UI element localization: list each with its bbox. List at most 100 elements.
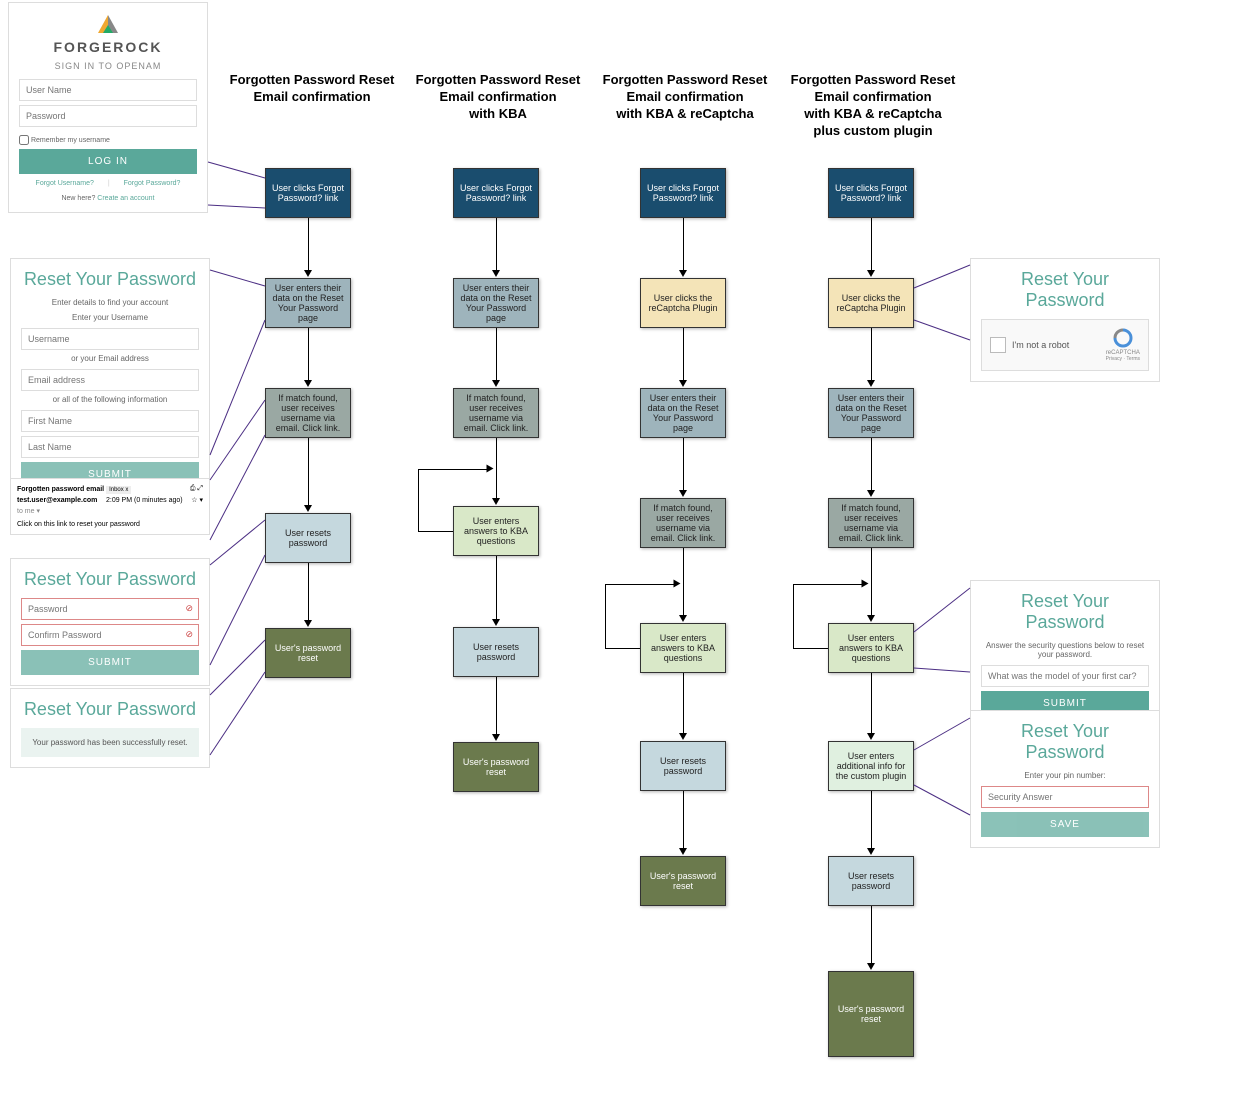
step-reset-pw: User resets password	[640, 741, 726, 791]
arrow	[496, 438, 497, 501]
arrow-head	[867, 848, 875, 855]
panel-title: Reset Your Password	[981, 721, 1149, 763]
arrow	[683, 218, 684, 273]
email-panel: Forgotten password email Inbox x ⎙ ⤢ tes…	[10, 478, 210, 535]
panel-title: Reset Your Password	[981, 269, 1149, 311]
create-account-link[interactable]: Create an account	[97, 195, 154, 202]
reset-panel-find: Reset Your Password Enter details to fin…	[10, 258, 210, 498]
lastname-input[interactable]	[21, 436, 199, 458]
step-match-found: If match found, user receives username v…	[640, 498, 726, 548]
email-actions[interactable]: ⎙ ⤢	[190, 485, 203, 493]
step-match-found: If match found, user receives username v…	[453, 388, 539, 438]
step-recaptcha: User clicks the reCaptcha Plugin	[828, 278, 914, 328]
arrow	[683, 548, 684, 618]
forgot-password-link[interactable]: Forgot Password?	[124, 180, 181, 187]
arrow	[683, 673, 684, 736]
recaptcha-widget[interactable]: I'm not a robot reCAPTCHA Privacy · Term…	[981, 319, 1149, 371]
arrow-head	[674, 580, 681, 588]
arrow	[496, 677, 497, 737]
arrow	[496, 556, 497, 622]
password-input[interactable]	[19, 105, 197, 127]
arrow-head	[304, 270, 312, 277]
step-enter-data: User enters their data on the Reset Your…	[265, 278, 351, 328]
email-subject: Forgotten password email	[17, 486, 104, 493]
arrow	[871, 438, 872, 493]
col-header-3: Forgotten Password ResetEmail confirmati…	[595, 72, 775, 123]
loop	[793, 584, 865, 585]
arrow	[871, 328, 872, 383]
arrow-head	[867, 615, 875, 622]
arrow-head	[679, 848, 687, 855]
loop	[418, 469, 419, 531]
reset-panel-newpw: Reset Your Password ⊘ ⊘ SUBMIT	[10, 558, 210, 686]
step-recaptcha: User clicks the reCaptcha Plugin	[640, 278, 726, 328]
username-input[interactable]	[19, 79, 197, 101]
arrow	[683, 328, 684, 383]
forgot-username-link[interactable]: Forgot Username?	[36, 180, 94, 187]
panel-sub: Answer the security questions below to r…	[981, 641, 1149, 659]
new-here: New here? Create an account	[19, 195, 197, 202]
step-reset-pw: User resets password	[453, 627, 539, 677]
arrow-head	[492, 619, 500, 626]
arrow-head	[304, 620, 312, 627]
password-input[interactable]	[21, 598, 199, 620]
arrow	[496, 218, 497, 273]
arrow	[683, 791, 684, 851]
brand-text: FORGEROCK	[19, 39, 197, 55]
arrow-head	[492, 270, 500, 277]
step-enter-data: User enters their data on the Reset Your…	[453, 278, 539, 328]
loop	[605, 584, 606, 648]
step-click-forgot: User clicks Forgot Password? link	[453, 168, 539, 218]
panel-sub: Enter your pin number:	[981, 771, 1149, 780]
arrow-head	[862, 580, 869, 588]
arrow-head	[867, 963, 875, 970]
recaptcha-checkbox[interactable]	[990, 337, 1006, 353]
remember-checkbox[interactable]	[19, 135, 29, 145]
arrow	[871, 218, 872, 273]
security-answer-input[interactable]	[981, 786, 1149, 808]
email-star-icon[interactable]: ☆ ▾	[191, 496, 203, 504]
remember-label: Remember my username	[31, 137, 110, 144]
kba-panel: Reset Your Password Answer the security …	[970, 580, 1160, 727]
step-enter-data: User enters their data on the Reset Your…	[640, 388, 726, 438]
step-click-forgot: User clicks Forgot Password? link	[640, 168, 726, 218]
step-pw-reset: User's password reset	[265, 628, 351, 678]
remember-row[interactable]: Remember my username	[19, 135, 197, 145]
arrow	[683, 438, 684, 493]
arrow-head	[492, 380, 500, 387]
email-to: to me ▾	[17, 507, 203, 515]
arrow-head	[867, 270, 875, 277]
arrow-head	[867, 733, 875, 740]
submit-button[interactable]: SUBMIT	[21, 650, 199, 675]
step-pw-reset: User's password reset	[453, 742, 539, 792]
login-links: Forgot Username? | Forgot Password?	[19, 180, 197, 187]
arrow-head	[679, 733, 687, 740]
step-pw-reset: User's password reset	[828, 971, 914, 1057]
arrow-head	[867, 380, 875, 387]
step-custom: User enters additional info for the cust…	[828, 741, 914, 791]
error-icon: ⊘	[185, 629, 193, 640]
col-header-1: Forgotten Password ResetEmail confirmati…	[222, 72, 402, 106]
arrow-head	[492, 734, 500, 741]
arrow-head	[304, 380, 312, 387]
username-input[interactable]	[21, 328, 199, 350]
step-reset-pw: User resets password	[828, 856, 914, 906]
save-button[interactable]: SAVE	[981, 812, 1149, 837]
email-input[interactable]	[21, 369, 199, 391]
arrow	[308, 328, 309, 383]
confirm-password-input[interactable]	[21, 624, 199, 646]
login-button[interactable]: LOG IN	[19, 149, 197, 174]
arrow	[871, 791, 872, 851]
inbox-badge: Inbox x	[106, 486, 131, 494]
kba-answer-input[interactable]	[981, 665, 1149, 687]
email-from: test.user@example.com	[17, 497, 97, 504]
panel-sub: or your Email address	[21, 354, 199, 363]
reset-panel-success: Reset Your Password Your password has be…	[10, 688, 210, 768]
step-match-found: If match found, user receives username v…	[828, 498, 914, 548]
step-reset-pw: User resets password	[265, 513, 351, 563]
firstname-input[interactable]	[21, 410, 199, 432]
panel-title: Reset Your Password	[21, 269, 199, 290]
panel-sub: Enter details to find your account	[21, 298, 199, 307]
arrow-head	[679, 615, 687, 622]
step-enter-data: User enters their data on the Reset Your…	[828, 388, 914, 438]
